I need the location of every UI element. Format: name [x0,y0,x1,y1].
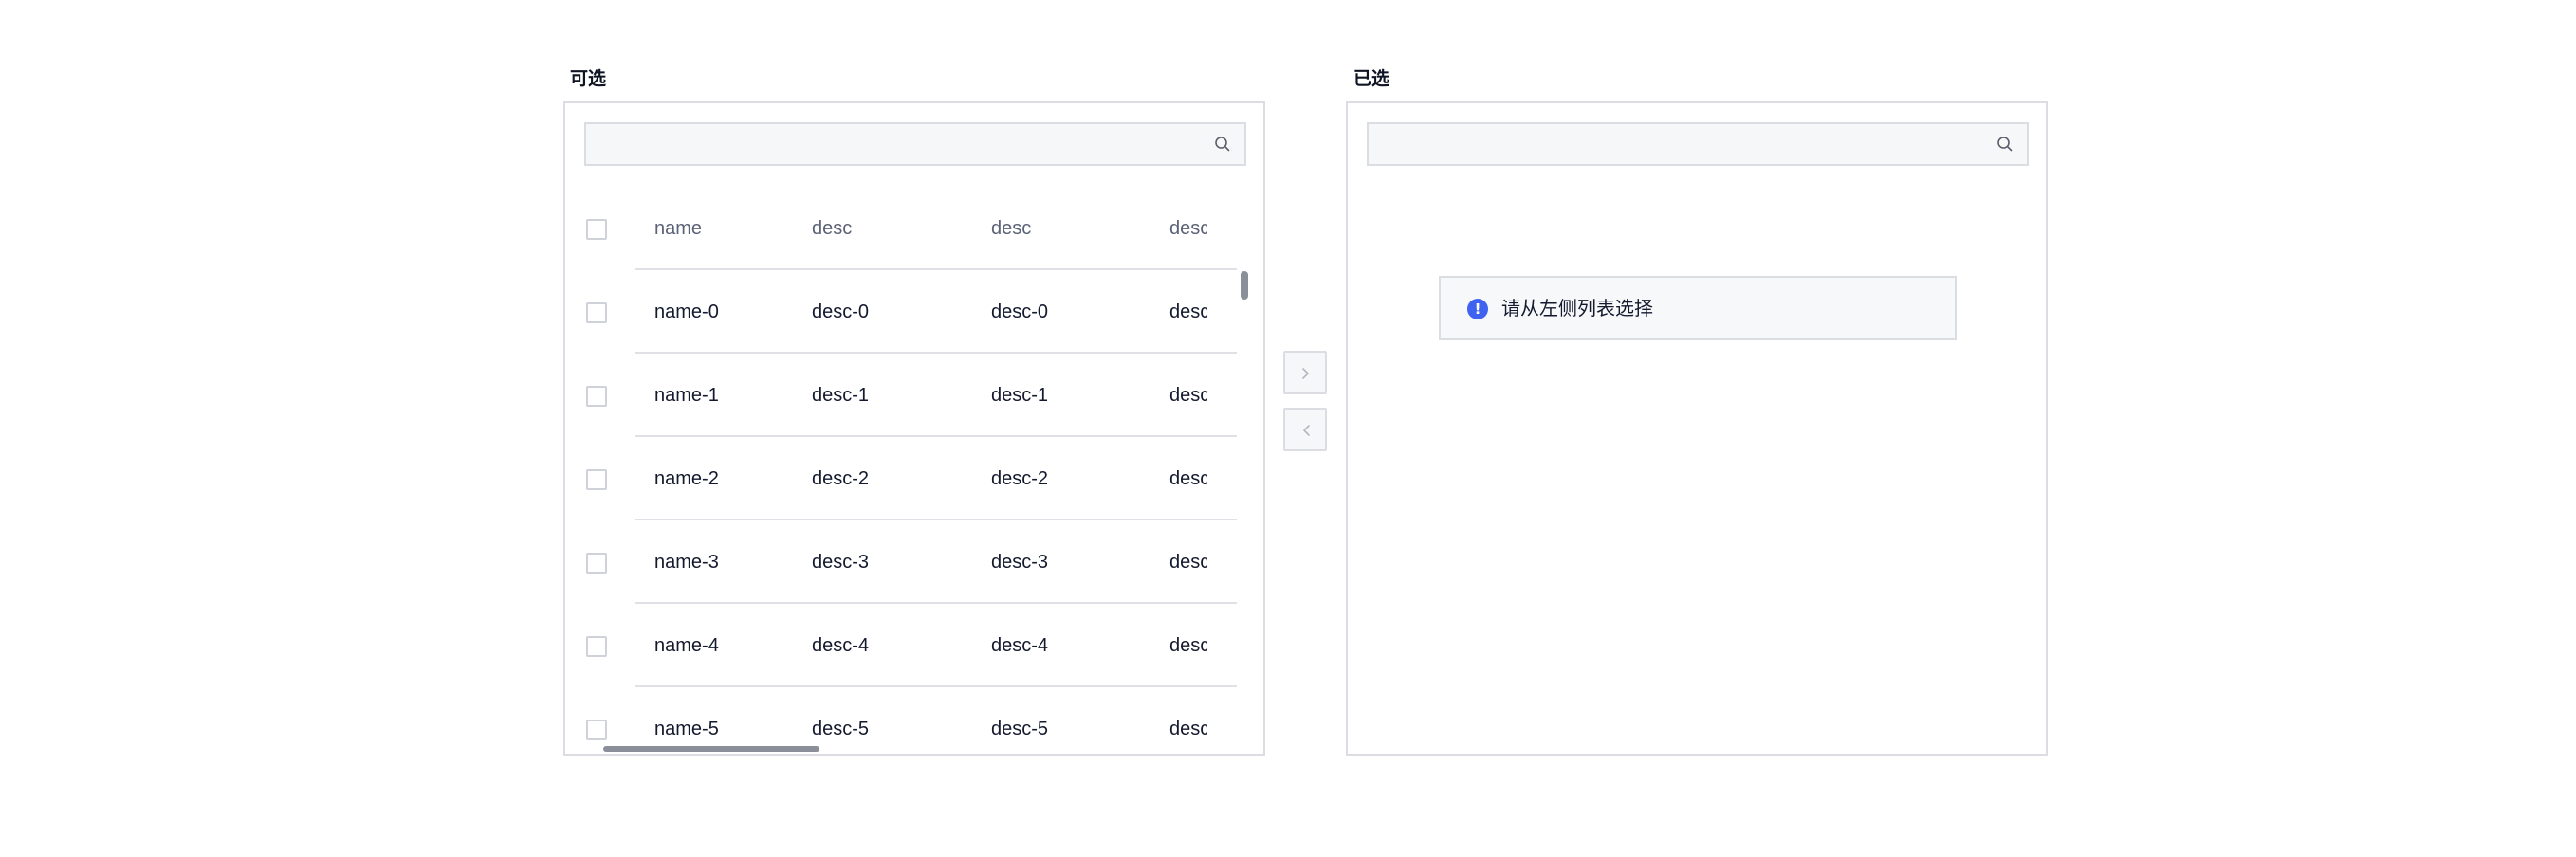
table-row[interactable]: name-5 desc-5 desc-5 desc-5 [565,687,1263,754]
cell-name: name-3 [654,552,719,573]
table-header: name desc desc desc [565,187,1263,270]
available-table: name desc desc desc name-0 desc-0 desc-0… [565,187,1263,754]
available-panel: name desc desc desc name-0 desc-0 desc-0… [563,101,1265,756]
cell-desc: desc-2 [812,468,870,489]
cell-desc: desc-4 [1169,635,1207,656]
cell-desc: desc-3 [991,552,1049,573]
selected-title: 已选 [1353,69,1390,89]
info-icon: ! [1467,299,1488,319]
selected-panel: ! 请从左侧列表选择 [1346,101,2048,756]
cell-desc: desc-5 [991,719,1049,739]
row-checkbox[interactable] [586,469,607,490]
cell-desc: desc-1 [812,385,870,406]
move-to-selected-button[interactable] [1283,351,1327,394]
row-checkbox[interactable] [586,720,607,740]
cell-name: name-1 [654,385,719,406]
cell-desc: desc-2 [991,468,1049,489]
available-search-input[interactable] [586,124,1193,164]
cell-desc: desc-5 [1169,719,1207,739]
horizontal-scrollbar[interactable] [603,746,819,752]
row-checkbox[interactable] [586,553,607,574]
table-row[interactable]: name-4 desc-4 desc-4 desc-4 [565,604,1263,687]
selected-search-box[interactable] [1367,122,2029,166]
selected-search-input[interactable] [1369,124,1976,164]
row-checkbox[interactable] [586,302,607,323]
cell-name: name-0 [654,301,719,322]
row-checkbox[interactable] [586,636,607,657]
cell-desc: desc-1 [1169,385,1207,406]
table-row[interactable]: name-1 desc-1 desc-1 desc-1 [565,354,1263,437]
chevron-left-icon [1303,425,1310,436]
cell-desc: desc-0 [812,301,870,322]
row-checkbox[interactable] [586,386,607,407]
cell-name: name-5 [654,719,719,739]
cell-desc: desc-1 [991,385,1049,406]
vertical-scrollbar[interactable] [1241,271,1248,300]
search-icon[interactable] [1996,136,2014,153]
cell-desc: desc-0 [1169,301,1207,322]
table-row[interactable]: name-0 desc-0 desc-0 desc-0 [565,270,1263,354]
empty-notice: ! 请从左侧列表选择 [1439,276,1957,340]
column-header[interactable]: desc [1169,187,1207,270]
column-header[interactable]: name [654,187,797,270]
cell-desc: desc-3 [1169,552,1207,573]
table-row[interactable]: name-2 desc-2 desc-2 desc-2 [565,437,1263,520]
column-header[interactable]: desc [812,187,973,270]
cell-desc: desc-3 [812,552,870,573]
empty-notice-text: 请从左侧列表选择 [1501,297,1653,319]
cell-desc: desc-0 [991,301,1049,322]
search-icon[interactable] [1214,136,1231,153]
cell-desc: desc-4 [991,635,1049,656]
cell-name: name-4 [654,635,719,656]
cell-desc: desc-2 [1169,468,1207,489]
column-header[interactable]: desc [991,187,1152,270]
chevron-right-icon [1302,368,1309,379]
cell-name: name-2 [654,468,719,489]
select-all-checkbox[interactable] [586,219,607,240]
cell-desc: desc-5 [812,719,870,739]
table-row[interactable]: name-3 desc-3 desc-3 desc-3 [565,520,1263,604]
cell-desc: desc-4 [812,635,870,656]
available-title: 可选 [570,69,607,89]
move-to-available-button[interactable] [1283,408,1327,451]
available-search-box[interactable] [584,122,1246,166]
